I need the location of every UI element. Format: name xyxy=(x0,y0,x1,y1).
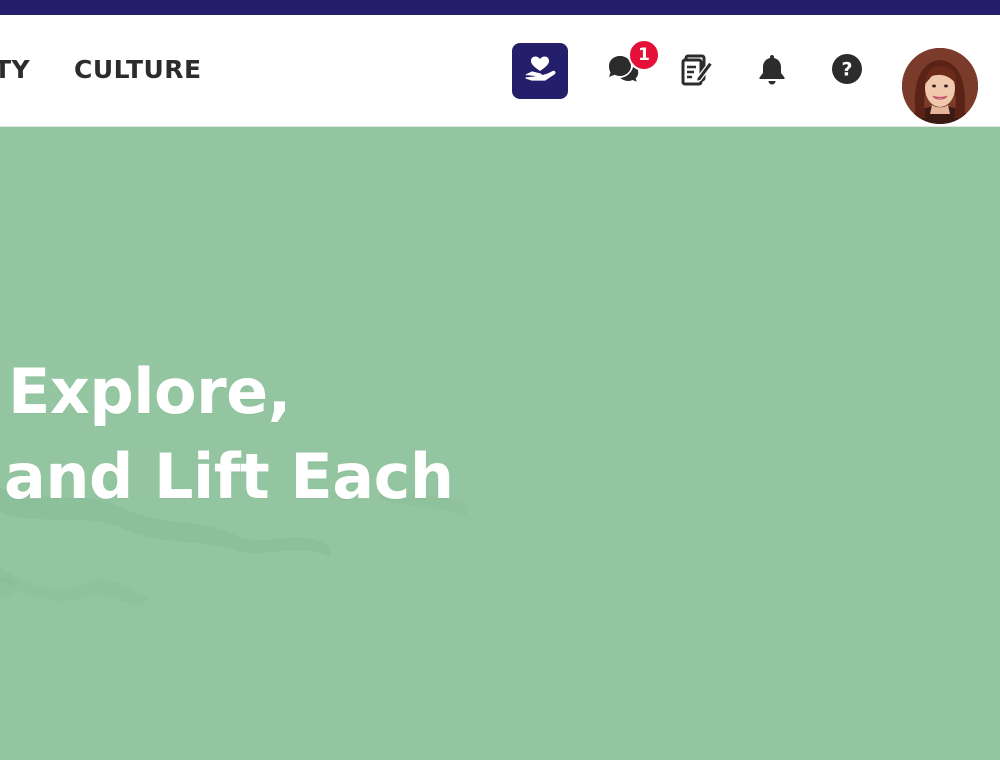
help-circle-icon: ? xyxy=(830,52,864,90)
notes-edit-icon xyxy=(680,52,714,90)
user-avatar[interactable] xyxy=(902,48,978,124)
top-accent-strip xyxy=(0,0,1000,15)
hero-heading-line-2: and Lift Each xyxy=(4,440,454,513)
svg-text:?: ? xyxy=(841,59,852,81)
header-navbar: TY CULTURE 1 ? xyxy=(0,15,1000,127)
hand-heart-icon xyxy=(524,55,556,87)
nav-link-community[interactable]: TY xyxy=(0,53,30,87)
hero-heading-line-1: Explore, xyxy=(8,355,291,428)
help-button[interactable]: ? xyxy=(827,51,867,91)
donate-button[interactable] xyxy=(512,43,568,99)
notifications-button[interactable] xyxy=(752,51,792,91)
notes-button[interactable] xyxy=(677,51,717,91)
hero-banner: Explore, and Lift Each xyxy=(0,127,1000,760)
nav-link-culture[interactable]: CULTURE xyxy=(74,53,202,87)
bell-icon xyxy=(756,52,788,90)
chat-notification-badge: 1 xyxy=(628,39,660,71)
